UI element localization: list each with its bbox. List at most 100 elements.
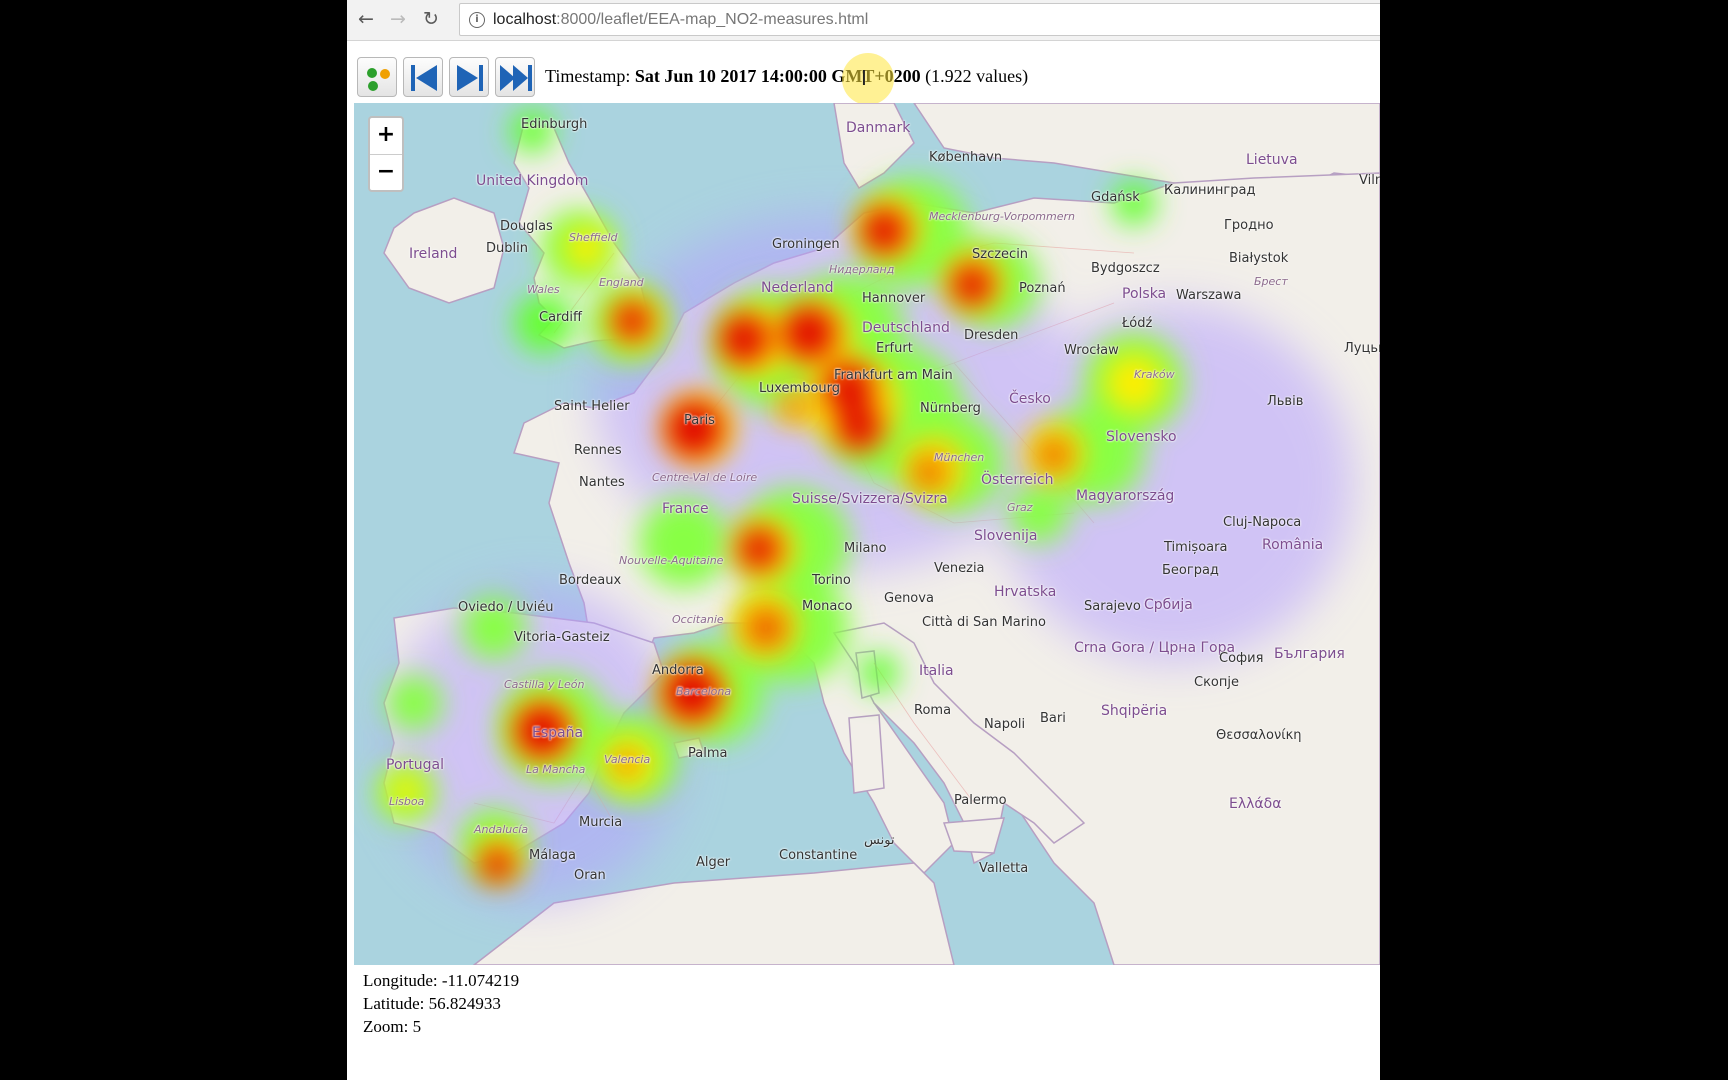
map-label: Slovenija (974, 528, 1038, 544)
longitude-value: -11.074219 (441, 971, 520, 990)
map-label: Portugal (386, 757, 444, 773)
map-label: Poznań (1019, 281, 1066, 296)
map-label: Lietuva (1246, 152, 1298, 168)
map-label: Szczecin (972, 247, 1029, 262)
map-label: Львів (1267, 394, 1304, 409)
map-label: Venezia (934, 561, 985, 576)
map-label: La Mancha (526, 763, 586, 776)
layer-toggle-button[interactable] (357, 57, 397, 97)
map-label: Frankfurt am Main (834, 368, 953, 383)
map-label: Gdańsk (1091, 190, 1140, 205)
map-label: Barcelona (676, 685, 732, 698)
first-step-button[interactable] (403, 57, 443, 97)
timestamp-display: Timestamp: Sat Jun 10 2017 14:00:00 GMT+… (545, 66, 1028, 87)
map-label: España (532, 725, 584, 741)
map-label: Ireland (409, 246, 458, 262)
map-label: România (1262, 537, 1324, 553)
map-label: Bordeaux (559, 573, 622, 588)
map-label: Österreich (981, 472, 1054, 488)
map-label: Луцьк (1344, 341, 1380, 356)
next-step-button[interactable] (449, 57, 489, 97)
zoom-in-button[interactable]: + (370, 118, 402, 155)
zoom-control: + − (368, 116, 404, 192)
map-label: Oran (574, 868, 606, 883)
heatmap-map[interactable]: Edinburgh United Kingdom Douglas Dublin Irel… (354, 103, 1380, 965)
map-label: Hannover (862, 291, 926, 306)
map-label: Torino (812, 573, 851, 588)
browser-toolbar: ← → ↻ i localhost:8000/leaflet/EEA-map_N… (347, 0, 1380, 41)
map-label: Гродно (1224, 218, 1274, 233)
map-label: Andalucía (474, 823, 529, 836)
map-label: Graz (1007, 501, 1033, 514)
map-label: Kraków (1134, 368, 1175, 381)
map-label: Брест (1254, 275, 1288, 288)
map-label: Ελλάδα (1229, 796, 1282, 812)
map-label: Occitanie (672, 613, 724, 626)
map-label: Србија (1144, 597, 1193, 613)
back-arrow-icon[interactable]: ← (353, 6, 379, 32)
map-label: Скопје (1194, 675, 1239, 690)
map-label: France (662, 501, 709, 517)
map-label: София (1219, 651, 1264, 666)
colored-dots-icon (367, 68, 390, 91)
map-label: Vitoria-Gasteiz (514, 630, 610, 645)
zoom-out-button[interactable]: − (370, 155, 402, 191)
map-label: Málaga (529, 848, 576, 863)
map-label: Vilnius (1359, 173, 1380, 188)
address-bar[interactable]: i localhost:8000/leaflet/EEA-map_NO2-mea… (459, 3, 1380, 36)
zoom-row: Zoom: 5 (363, 1015, 519, 1038)
url-host: localhost (493, 11, 557, 28)
map-label: Sheffield (569, 231, 618, 244)
map-label: Dresden (964, 328, 1019, 343)
map-label: Andorra (652, 663, 704, 678)
map-label: Sarajevo (1084, 599, 1141, 614)
map-label: Napoli (984, 717, 1026, 732)
map-label: България (1274, 646, 1345, 662)
map-label: Italia (919, 663, 954, 679)
browser-window: ← → ↻ i localhost:8000/leaflet/EEA-map_N… (347, 0, 1380, 1080)
longitude-label: Longitude: (363, 971, 438, 990)
reload-icon[interactable]: ↻ (418, 6, 444, 32)
forward-arrow-icon[interactable]: → (385, 6, 411, 32)
map-label: Nouvelle-Aquitaine (619, 554, 724, 567)
map-label: Valletta (979, 861, 1029, 876)
url-text[interactable]: localhost:8000/leaflet/EEA-map_NO2-measu… (493, 11, 868, 29)
info-icon[interactable]: i (469, 12, 485, 28)
map-label: Danmark (846, 120, 911, 136)
map-label: Θεσσαλονίκη (1216, 728, 1302, 743)
map-label: Groningen (772, 237, 840, 252)
fast-forward-button[interactable] (495, 57, 535, 97)
map-label: Bydgoszcz (1091, 261, 1160, 276)
map-label: Mecklenburg-Vorpommern (929, 210, 1075, 223)
values-count: (1.922 values) (925, 66, 1029, 86)
map-label: Saint Helier (554, 399, 630, 414)
map-label: Nederland (761, 280, 834, 296)
map-label: Alger (696, 855, 731, 870)
map-label: Crna Gora / Црна Гора (1074, 640, 1236, 656)
map-label: København (929, 150, 1003, 165)
map-label: Oviedo / Uviéu (458, 600, 554, 615)
position-readout: Longitude: -11.074219 Latitude: 56.82493… (363, 969, 519, 1038)
map-label: Lisboa (389, 795, 425, 808)
map-label: Centre-Val de Loire (652, 471, 758, 484)
map-label: Wales (527, 283, 560, 296)
map-label: Murcia (579, 815, 623, 830)
map-label: Dublin (486, 241, 528, 256)
map-label: Cardiff (539, 310, 582, 325)
map-label: Edinburgh (521, 117, 588, 132)
map-label: Rennes (574, 443, 622, 458)
map-label: Suisse/Svizzera/Svizra (792, 491, 948, 507)
map-label: Constantine (779, 848, 858, 863)
map-label: Valencia (604, 753, 651, 766)
map-label: England (599, 276, 644, 289)
map-label: Warszawa (1176, 288, 1242, 303)
map-label: Bari (1040, 711, 1066, 726)
cursor-highlight (842, 53, 894, 105)
map-label: Нидерланд (829, 263, 895, 276)
map-label: Cluj-Napoca (1223, 515, 1302, 530)
text-cursor-icon: I (861, 66, 867, 90)
latitude-label: Latitude: (363, 994, 425, 1013)
map-label: Monaco (802, 599, 853, 614)
timestamp-label: Timestamp: (545, 66, 631, 86)
map-label: Douglas (500, 219, 553, 234)
